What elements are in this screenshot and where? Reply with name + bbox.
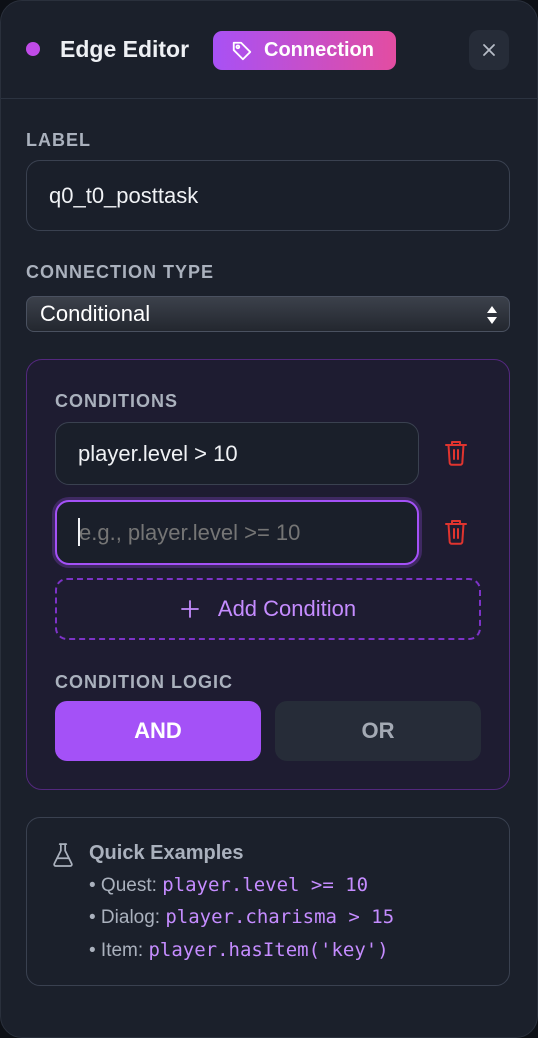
panel-title: Edge Editor	[60, 36, 190, 62]
badge-label: Connection	[264, 39, 374, 61]
example-code: player.charisma > 15	[165, 906, 395, 928]
quick-examples-title: Quick Examples	[89, 842, 244, 864]
conditions-label: CONDITIONS	[55, 391, 179, 411]
example-prefix: • Dialog:	[89, 907, 166, 928]
close-icon	[483, 44, 495, 56]
connection-type-select[interactable]: Conditional	[26, 296, 510, 332]
example-item: • Quest: player.level >= 10	[89, 873, 368, 898]
logic-or-button[interactable]: OR	[275, 701, 481, 761]
example-item: • Item: player.hasItem('key')	[89, 938, 389, 963]
add-condition-label: Add Condition	[217, 596, 357, 621]
panel-header: Edge Editor Connection	[1, 1, 537, 99]
condition-input-2[interactable]	[55, 500, 419, 565]
example-prefix: • Quest:	[89, 875, 163, 896]
example-code: player.hasItem('key')	[148, 939, 389, 961]
edge-editor-panel: Edge Editor Connection LABEL q0_t0_postt…	[0, 0, 538, 1038]
close-button[interactable]	[469, 30, 509, 70]
example-prefix: • Item:	[89, 940, 149, 961]
condition-input-1[interactable]: player.level > 10	[55, 422, 419, 485]
label-input[interactable]: q0_t0_posttask	[26, 160, 510, 231]
condition-logic-label: CONDITION LOGIC	[55, 672, 233, 692]
trash-icon[interactable]	[444, 519, 468, 545]
connection-type-label: CONNECTION TYPE	[26, 262, 215, 282]
connection-type-value: Conditional	[40, 301, 151, 326]
logic-and-button[interactable]: AND	[55, 701, 261, 761]
example-code: player.level >= 10	[162, 874, 369, 896]
label-input-value: q0_t0_posttask	[49, 183, 199, 208]
example-item: • Dialog: player.charisma > 15	[89, 905, 394, 930]
tag-icon	[232, 41, 252, 61]
add-condition-button[interactable]: Add Condition	[55, 578, 481, 640]
label-field-label: LABEL	[26, 130, 91, 150]
status-dot	[26, 42, 40, 56]
logic-and-label: AND	[134, 718, 182, 743]
text-cursor	[78, 518, 80, 546]
connection-badge: Connection	[213, 31, 396, 70]
trash-icon[interactable]	[444, 440, 468, 466]
logic-or-label: OR	[361, 718, 395, 743]
condition-value-1: player.level > 10	[78, 441, 238, 466]
select-arrows-icon	[487, 306, 497, 324]
plus-icon	[180, 600, 199, 618]
flask-icon	[53, 843, 73, 867]
